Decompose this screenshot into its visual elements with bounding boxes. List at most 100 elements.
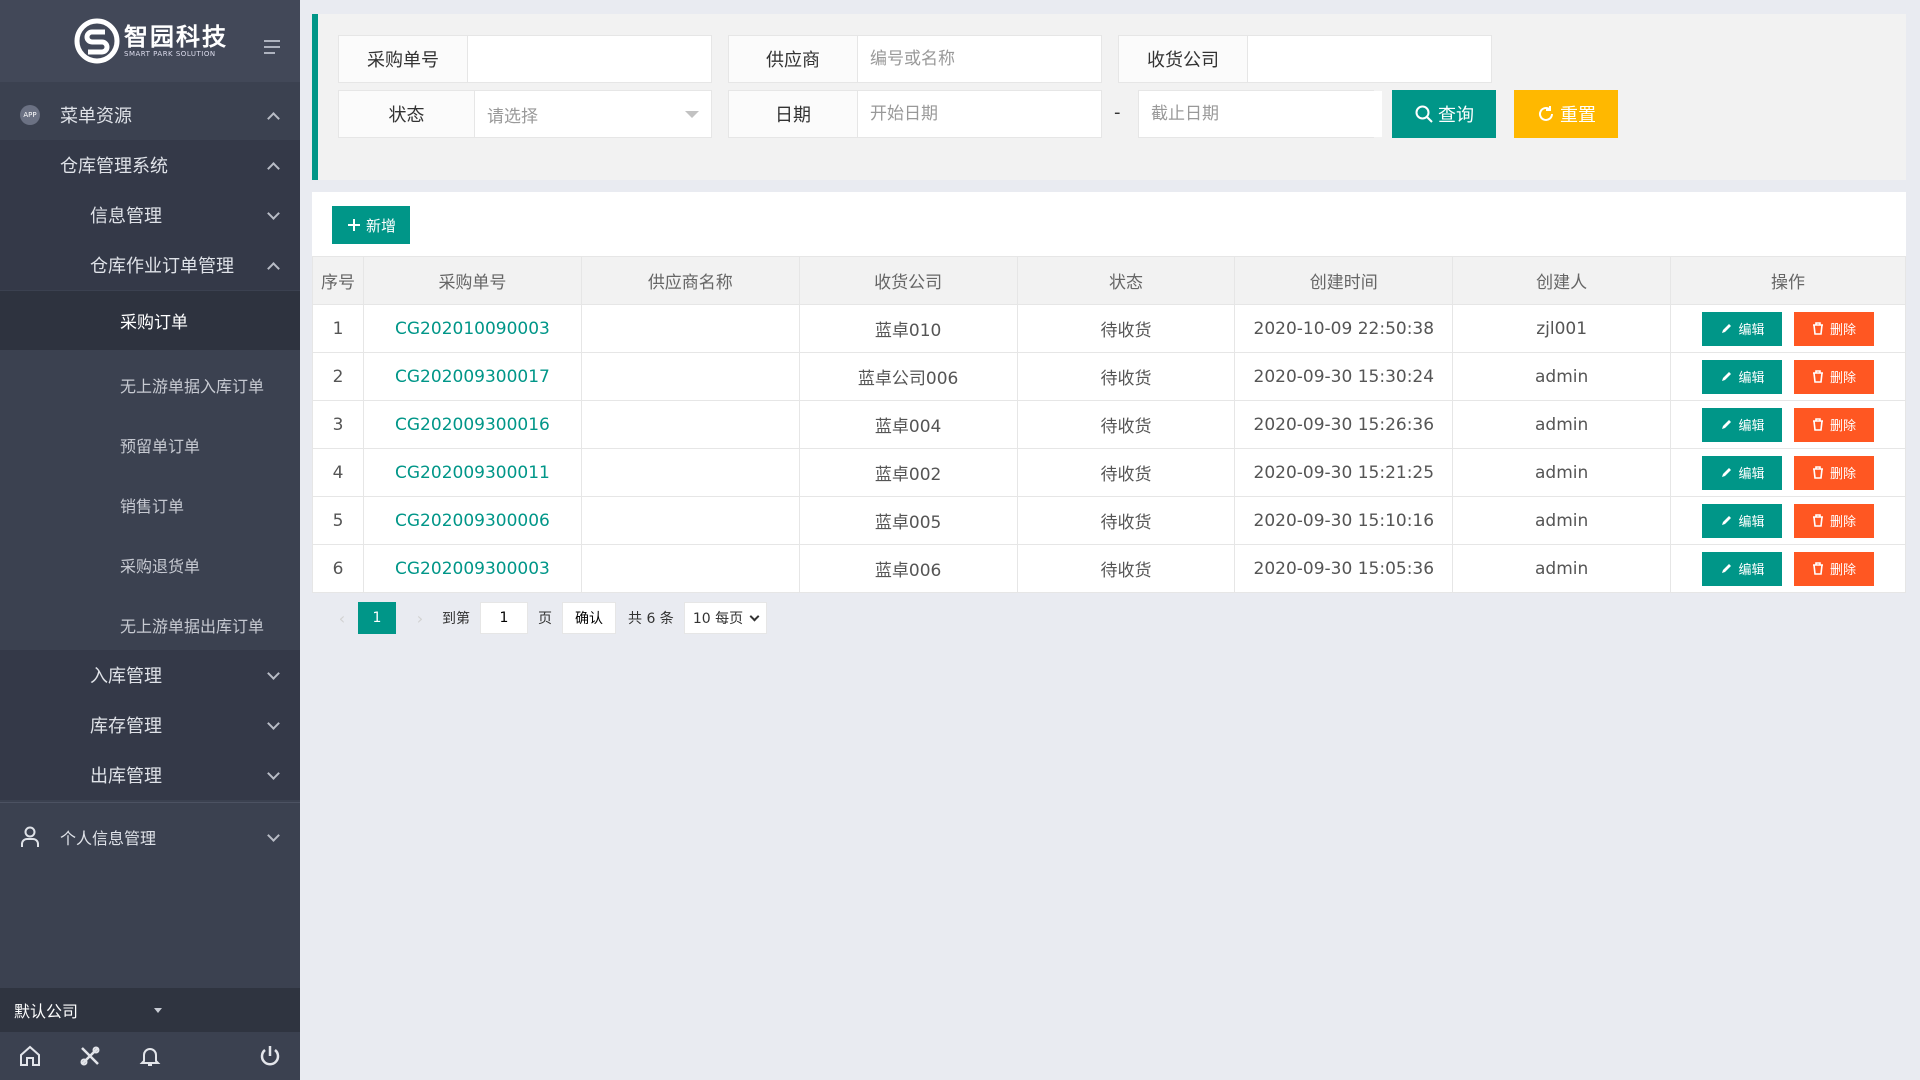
chevron-down-icon (267, 667, 280, 680)
sidebar-item-label: 销售订单 (120, 497, 185, 516)
seq-cell: 2 (312, 352, 364, 401)
delete-button[interactable]: 删除 (1794, 407, 1875, 442)
chevron-up-icon (267, 112, 280, 125)
edit-button[interactable]: 编辑 (1702, 551, 1783, 586)
sidebar-item-purchase-order[interactable]: 采购订单 (0, 291, 300, 350)
add-button[interactable]: 新增 (332, 206, 410, 244)
power-icon[interactable] (258, 1044, 282, 1068)
menu-toggle-icon[interactable] (264, 40, 280, 54)
delete-button[interactable]: 删除 (1794, 311, 1875, 346)
purchase-order-table: 序号 采购单号 供应商名称 收货公司 状态 创建时间 创建人 操作 1 CG202… (312, 256, 1906, 593)
order-no-link[interactable]: CG202009300017 (362, 352, 582, 401)
order-no-link[interactable]: CG202009300003 (362, 544, 582, 593)
order-no-link[interactable]: CG202009300011 (362, 448, 582, 497)
order-no-link[interactable]: CG202009300006 (362, 496, 582, 545)
search-icon (1415, 105, 1433, 123)
date-separator: - (1114, 102, 1121, 123)
receiver-field-group: 收货公司 (1118, 35, 1492, 83)
table-panel: 新增 序号 采购单号 供应商名称 收货公司 状态 创建时间 创建人 操作 1 CG… (312, 192, 1906, 593)
delete-button[interactable]: 删除 (1794, 359, 1875, 394)
date-field-group: 日期 (728, 90, 1102, 138)
sidebar-item-label: 仓库作业订单管理 (90, 256, 234, 277)
sidebar-item-sales-order[interactable]: 销售订单 (0, 480, 300, 530)
start-date-input[interactable] (858, 91, 1101, 137)
table-row: 2 CG202009300017 蓝卓公司006 待收货 2020-09-30 15:3… (312, 352, 1906, 401)
receiver-input[interactable] (1248, 36, 1491, 82)
supplier-cell (580, 304, 800, 353)
goto-label: 到第 (442, 611, 470, 627)
creator-cell: admin (1452, 496, 1672, 545)
seq-cell: 6 (312, 544, 364, 593)
page-size-select[interactable]: 10 每页 (683, 602, 768, 634)
edit-button[interactable]: 编辑 (1702, 503, 1783, 538)
sidebar-item-warehouse-system[interactable]: 仓库管理系统 (0, 140, 300, 190)
status-select-placeholder: 请选择 (487, 106, 538, 127)
edit-button-label: 编辑 (1738, 515, 1765, 530)
next-page-button[interactable]: › (410, 603, 430, 633)
sidebar-item-personal-info[interactable]: 个人信息管理 (0, 812, 300, 862)
edit-button[interactable]: 编辑 (1702, 407, 1783, 442)
receiver-cell: 蓝卓公司006 (798, 352, 1018, 401)
chevron-down-icon (749, 611, 760, 621)
sidebar-item-menu-resources[interactable]: APP 菜单资源 (0, 90, 300, 140)
sidebar-item-reserved-order[interactable]: 预留单订单 (0, 420, 300, 470)
edit-button[interactable]: 编辑 (1702, 359, 1783, 394)
sidebar-item-purchase-return[interactable]: 采购退货单 (0, 540, 300, 590)
status-field-group: 状态 请选择 (338, 90, 712, 138)
bell-icon[interactable] (138, 1044, 162, 1068)
column-header: 序号 (312, 256, 364, 305)
current-page[interactable]: 1 (358, 602, 396, 634)
end-date-input[interactable] (1139, 91, 1382, 137)
sidebar-item-outbound-management[interactable]: 出库管理 (0, 750, 300, 800)
caret-down-icon (685, 111, 699, 118)
sidebar-item-inventory-management[interactable]: 库存管理 (0, 700, 300, 750)
plus-icon (347, 219, 360, 231)
sidebar-item-outbound-no-upstream[interactable]: 无上游单据出库订单 (0, 600, 300, 650)
order-no-link[interactable]: CG202009300016 (362, 400, 582, 449)
sidebar-item-label: 无上游单据入库订单 (120, 377, 265, 396)
home-icon[interactable] (18, 1044, 42, 1068)
delete-button[interactable]: 删除 (1794, 551, 1875, 586)
tools-icon[interactable] (78, 1044, 102, 1068)
brand-logo: 智园科技 SMART PARK SOLUTION (74, 18, 228, 64)
total-count: 共 6 条 (628, 611, 674, 627)
goto-page-input[interactable] (480, 602, 528, 634)
page-size-value: 10 每页 (692, 611, 744, 627)
receiver-cell: 蓝卓002 (798, 448, 1018, 497)
supplier-label: 供应商 (729, 36, 858, 82)
query-button[interactable]: 查询 (1392, 90, 1496, 138)
sidebar-item-label: 采购订单 (120, 313, 188, 333)
column-header: 创建时间 (1234, 256, 1454, 305)
status-cell: 待收货 (1016, 448, 1236, 497)
reset-button[interactable]: 重置 (1514, 90, 1618, 138)
supplier-input[interactable] (858, 36, 1101, 82)
order-no-input[interactable] (468, 36, 711, 82)
trash-icon (1813, 322, 1824, 335)
sidebar-item-inbound-management[interactable]: 入库管理 (0, 650, 300, 700)
company-selector[interactable]: 默认公司 (0, 988, 300, 1032)
pagination: ‹ 1 › 到第 页 确认 共 6 条 10 每页 (332, 602, 768, 634)
table-row: 5 CG202009300006 蓝卓005 待收货 2020-09-30 15:10:… (312, 496, 1906, 545)
delete-button-label: 删除 (1830, 323, 1857, 338)
sidebar-item-inbound-no-upstream[interactable]: 无上游单据入库订单 (0, 360, 300, 410)
supplier-field-group: 供应商 (728, 35, 1102, 83)
status-select[interactable]: 请选择 (475, 91, 711, 137)
delete-button[interactable]: 删除 (1794, 455, 1875, 490)
delete-button[interactable]: 删除 (1794, 503, 1875, 538)
creator-cell: zjl001 (1452, 304, 1672, 353)
sidebar-item-order-management[interactable]: 仓库作业订单管理 (0, 240, 300, 290)
app-icon: APP (20, 105, 40, 125)
receiver-label: 收货公司 (1119, 36, 1248, 82)
trash-icon (1813, 562, 1824, 575)
user-icon (21, 826, 39, 847)
prev-page-button[interactable]: ‹ (332, 603, 352, 633)
creator-cell: admin (1452, 400, 1672, 449)
sidebar-item-label: 采购退货单 (120, 557, 201, 576)
edit-button[interactable]: 编辑 (1702, 455, 1783, 490)
order-no-link[interactable]: CG202010090003 (362, 304, 582, 353)
goto-confirm-button[interactable]: 确认 (562, 602, 616, 634)
sidebar-item-info-management[interactable]: 信息管理 (0, 190, 300, 240)
pencil-icon (1721, 372, 1731, 381)
edit-button[interactable]: 编辑 (1702, 311, 1783, 346)
receiver-cell: 蓝卓005 (798, 496, 1018, 545)
